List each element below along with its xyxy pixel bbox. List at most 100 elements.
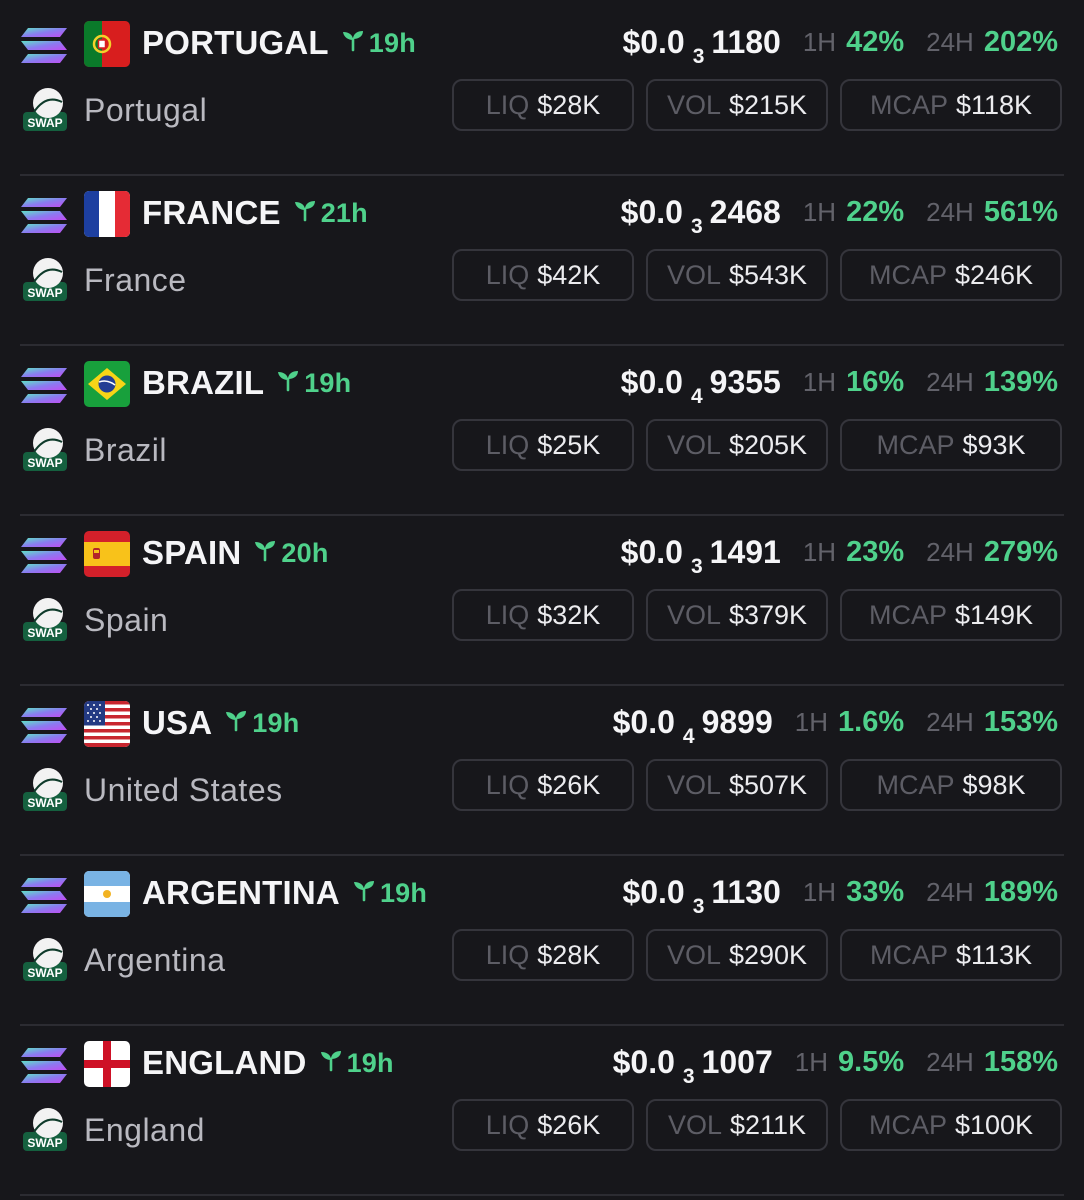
market-cap-pill[interactable]: MCAP $98K bbox=[840, 759, 1062, 811]
token-price: $0.0 3 1491 bbox=[621, 533, 781, 578]
liquidity-pill[interactable]: LIQ $42K bbox=[452, 249, 634, 301]
token-name: Brazil bbox=[84, 432, 168, 468]
liq-label: LIQ bbox=[485, 429, 530, 460]
price-digits: 1491 bbox=[709, 533, 781, 570]
change-1h-label: 1H bbox=[802, 26, 837, 57]
liquidity-pill[interactable]: LIQ $25K bbox=[452, 419, 634, 471]
solana-icon bbox=[20, 27, 68, 65]
liquidity-pill[interactable]: LIQ $26K bbox=[452, 1099, 634, 1151]
swap-icon-text: SWAP bbox=[27, 116, 62, 130]
swap-icon-text: SWAP bbox=[27, 286, 62, 300]
change-1h-value: 33% bbox=[846, 875, 905, 908]
liquidity-pill[interactable]: LIQ $26K bbox=[452, 759, 634, 811]
mcap-label: MCAP bbox=[876, 429, 955, 460]
vol-label: VOL bbox=[666, 599, 721, 630]
solana-icon bbox=[20, 537, 68, 575]
price-zero-count: 3 bbox=[690, 554, 703, 578]
pair-age: 19h bbox=[224, 702, 299, 744]
change-24h-value: 279% bbox=[983, 535, 1058, 568]
market-cap-pill[interactable]: MCAP $113K bbox=[840, 929, 1062, 981]
token-price: $0.0 3 2468 bbox=[621, 194, 781, 238]
pair-age-text: 21h bbox=[320, 198, 368, 228]
token-symbol-line: BRAZIL 19h bbox=[142, 362, 351, 404]
market-cap-pill[interactable]: MCAP $100K bbox=[840, 1099, 1062, 1151]
mcap-label: MCAP bbox=[868, 599, 947, 630]
token-row[interactable]: ARGENTINA 19h SWAP Argentina $0.0 3 1130 1H… bbox=[20, 852, 1064, 1022]
token-price: $0.0 3 1180 bbox=[622, 23, 781, 68]
mcap-value: $113K bbox=[955, 939, 1033, 970]
vol-value: $543K bbox=[728, 259, 808, 290]
price-stats: $0.0 3 1491 1H 23% 24H 279% bbox=[621, 530, 1058, 578]
france-flag-icon bbox=[84, 191, 130, 237]
market-cap-pill[interactable]: MCAP $93K bbox=[840, 419, 1062, 471]
change-1h-label: 1H bbox=[802, 196, 837, 227]
pair-age-text: 19h bbox=[346, 1048, 394, 1078]
volume-pill[interactable]: VOL $205K bbox=[646, 419, 828, 471]
change-24h-value: 561% bbox=[983, 195, 1058, 228]
token-symbol-line: ARGENTINA 19h bbox=[142, 872, 427, 914]
price-digits: 1180 bbox=[711, 23, 781, 60]
vol-label: VOL bbox=[666, 429, 721, 460]
vol-label: VOL bbox=[667, 1109, 722, 1140]
price-digits: 1130 bbox=[711, 873, 781, 910]
vol-label: VOL bbox=[666, 89, 721, 120]
volume-pill[interactable]: VOL $543K bbox=[646, 249, 828, 301]
token-name: Spain bbox=[84, 602, 169, 638]
pair-age-text: 19h bbox=[304, 368, 352, 398]
metric-pills: LIQ $28K VOL $290K MCAP $113K bbox=[440, 929, 1062, 981]
market-cap-pill[interactable]: MCAP $246K bbox=[840, 249, 1062, 301]
price-prefix: $0.0 bbox=[612, 703, 675, 740]
swap-icon-text: SWAP bbox=[27, 966, 62, 980]
change-24h-value: 202% bbox=[983, 25, 1058, 58]
liq-value: $28K bbox=[537, 89, 601, 120]
solana-icon bbox=[20, 707, 68, 745]
token-row[interactable]: PORTUGAL 19h SWAP Portugal $0.0 3 1180 1H 42… bbox=[20, 2, 1064, 172]
price-prefix: $0.0 bbox=[622, 873, 685, 910]
price-stats: $0.0 3 2468 1H 22% 24H 561% bbox=[621, 190, 1058, 238]
liquidity-pill[interactable]: LIQ $28K bbox=[452, 929, 634, 981]
liq-label: LIQ bbox=[485, 1109, 530, 1140]
market-cap-pill[interactable]: MCAP $118K bbox=[840, 79, 1062, 131]
swap-icon: SWAP bbox=[22, 596, 68, 642]
liquidity-pill[interactable]: LIQ $28K bbox=[452, 79, 634, 131]
price-stats: $0.0 4 9899 1H 1.6% 24H 153% bbox=[612, 700, 1058, 748]
volume-pill[interactable]: VOL $507K bbox=[646, 759, 828, 811]
swap-icon-text: SWAP bbox=[27, 456, 62, 470]
liq-value: $26K bbox=[537, 1109, 601, 1140]
token-symbol: BRAZIL bbox=[142, 364, 265, 401]
sprout-icon bbox=[253, 532, 281, 574]
liq-value: $28K bbox=[537, 939, 601, 970]
change-1h-label: 1H bbox=[802, 366, 837, 397]
solana-icon bbox=[20, 367, 68, 405]
volume-pill[interactable]: VOL $215K bbox=[646, 79, 828, 131]
swap-icon: SWAP bbox=[22, 936, 68, 982]
change-24h-label: 24H bbox=[926, 26, 974, 57]
swap-icon-text: SWAP bbox=[27, 626, 62, 640]
market-cap-pill[interactable]: MCAP $149K bbox=[840, 589, 1062, 641]
vol-value: $290K bbox=[728, 939, 808, 970]
change-1h-value: 16% bbox=[846, 365, 905, 398]
token-symbol-line: USA 19h bbox=[142, 702, 299, 744]
token-row[interactable]: USA 19h SWAP United States $0.0 4 9899 1H 1.… bbox=[20, 682, 1064, 852]
volume-pill[interactable]: VOL $290K bbox=[646, 929, 828, 981]
sprout-icon bbox=[352, 872, 380, 914]
swap-icon-text: SWAP bbox=[27, 1136, 62, 1150]
token-symbol: ENGLAND bbox=[142, 1044, 307, 1081]
volume-pill[interactable]: VOL $379K bbox=[646, 589, 828, 641]
metric-pills: LIQ $26K VOL $507K MCAP $98K bbox=[440, 759, 1062, 811]
token-row[interactable]: FRANCE 21h SWAP France $0.0 3 2468 1H 22% 24… bbox=[20, 172, 1064, 342]
token-row[interactable]: SPAIN 20h SWAP Spain $0.0 3 1491 1H 23% 24H 2… bbox=[20, 512, 1064, 682]
token-symbol: ARGENTINA bbox=[142, 874, 340, 911]
token-row[interactable]: BRAZIL 19h SWAP Brazil $0.0 4 9355 1H 16% 24… bbox=[20, 342, 1064, 512]
brazil-flag-icon bbox=[84, 361, 130, 407]
token-symbol-line: PORTUGAL 19h bbox=[142, 22, 416, 64]
volume-pill[interactable]: VOL $211K bbox=[646, 1099, 828, 1151]
mcap-value: $118K bbox=[955, 89, 1033, 120]
token-row[interactable]: ENGLAND 19h SWAP England $0.0 3 1007 1H 9.5%… bbox=[20, 1022, 1064, 1192]
change-1h-value: 42% bbox=[846, 25, 905, 58]
liq-label: LIQ bbox=[485, 599, 530, 630]
vol-label: VOL bbox=[666, 259, 721, 290]
liquidity-pill[interactable]: LIQ $32K bbox=[452, 589, 634, 641]
pair-age: 19h bbox=[319, 1042, 394, 1084]
price-zero-count: 4 bbox=[682, 724, 695, 748]
